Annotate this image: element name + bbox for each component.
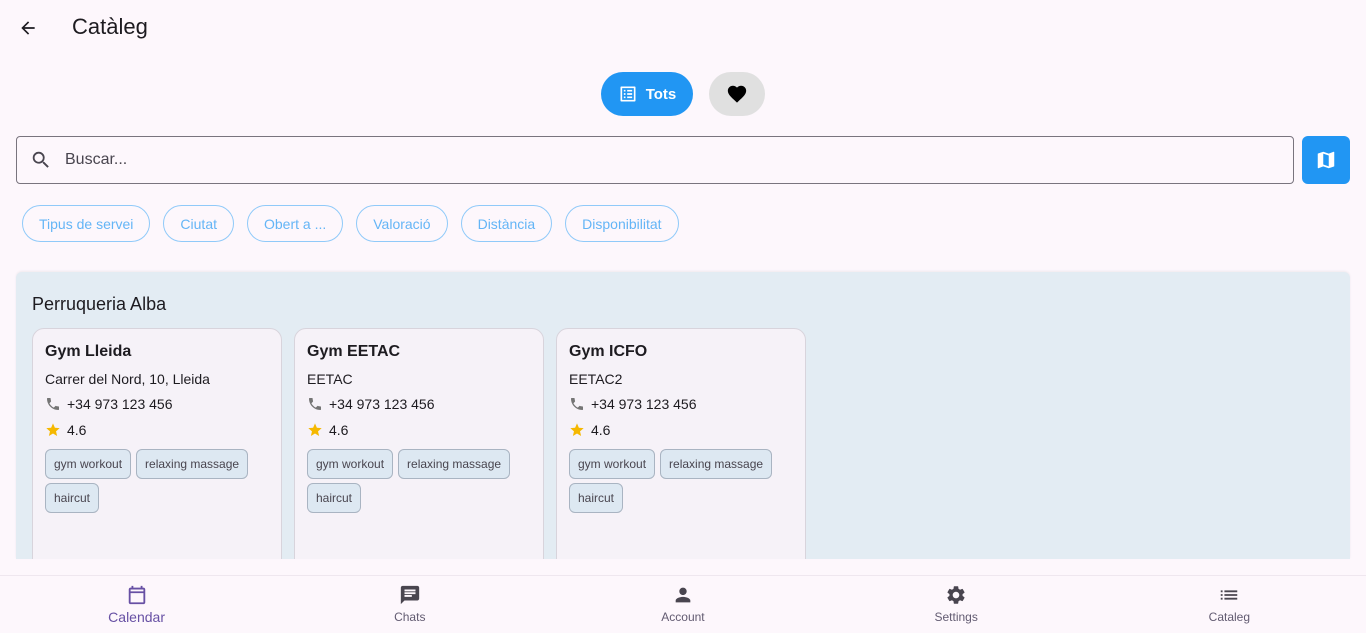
card-phone: +34 973 123 456 [591,396,697,412]
nav-label: Calendar [108,609,165,625]
all-button-label: Tots [645,85,677,103]
tag-chip[interactable]: gym workout [569,449,656,479]
card-phone-row: +34 973 123 456 [45,395,269,413]
phone-icon [47,398,59,410]
card-address: EETAC2 [569,371,623,387]
phone-icon [309,398,321,410]
card-tags: gym workout relaxing massage haircut [569,449,793,513]
filter-availability[interactable]: Disponibilitat [565,205,679,242]
filter-city[interactable]: Ciutat [163,205,234,242]
nav-label: Chats [394,610,426,624]
filter-open-at[interactable]: Obert a ... [247,205,344,242]
search-input[interactable] [65,151,1265,169]
search-icon [21,149,61,171]
card-name: Gym EETAC [307,343,401,360]
calendar-icon [128,585,145,605]
card-phone: +34 973 123 456 [67,396,173,412]
card-address: EETAC [307,371,353,387]
filter-distance[interactable]: Distància [460,205,553,242]
tag-chip[interactable]: gym workout [45,449,132,479]
nav-cataleg[interactable]: Cataleg [1093,576,1366,633]
card-tags: gym workout relaxing massage haircut [307,449,531,513]
card-phone: +34 973 123 456 [329,396,435,412]
list-icon [1221,590,1238,600]
card-rating-row: 4.6 [569,421,793,439]
tag-chip[interactable]: haircut [307,483,362,513]
filter-service-type[interactable]: Tipus de servei [22,205,151,242]
tag-chip[interactable]: gym workout [307,449,394,479]
tag-chip[interactable]: relaxing massage [398,449,511,479]
search-bar [16,136,1294,184]
nav-settings[interactable]: Settings [820,576,1093,633]
service-card[interactable]: Gym ICFO EETAC2 +34 973 123 456 4.6 gym … [556,328,806,559]
map-button[interactable] [1302,136,1350,184]
tag-chip[interactable]: relaxing massage [136,449,249,479]
nav-account[interactable]: Account [546,576,819,633]
card-rating-row: 4.6 [45,421,269,439]
filter-rating[interactable]: Valoració [356,205,448,242]
nav-label: Account [661,610,705,624]
bottom-navigation: Calendar Chats Account Settings Cataleg [0,575,1366,633]
heart-icon [727,85,747,103]
nav-label: Settings [934,610,978,624]
service-card[interactable]: Gym Lleida Carrer del Nord, 10, Lleida +… [32,328,282,559]
star-icon [308,423,322,436]
card-address: Carrer del Nord, 10, Lleida [45,371,210,387]
gear-icon [947,586,965,604]
card-rating: 4.6 [329,422,349,438]
star-icon [46,423,60,436]
card-rating-row: 4.6 [307,421,531,439]
star-icon [570,423,584,436]
card-phone-row: +34 973 123 456 [569,395,793,413]
map-icon [1317,151,1335,169]
filter-chips: Tipus de servei Ciutat Obert a ... Valor… [22,205,679,242]
all-button[interactable]: Tots [601,72,693,116]
service-cards: Gym Lleida Carrer del Nord, 10, Lleida +… [32,328,806,559]
nav-calendar[interactable]: Calendar [0,576,273,633]
card-name: Gym ICFO [569,343,648,360]
tag-chip[interactable]: haircut [569,483,624,513]
page-title: Catàleg [72,14,148,39]
nav-label: Cataleg [1208,610,1251,624]
tag-chip[interactable]: relaxing massage [660,449,773,479]
business-section: Perruqueria Alba Gym Lleida Carrer del N… [16,272,1350,559]
list-alt-icon [620,86,636,102]
section-title: Perruqueria Alba [32,294,167,314]
back-button[interactable] [12,12,44,44]
arrow-back-icon [21,21,35,35]
person-icon [675,587,691,603]
nav-chats[interactable]: Chats [273,576,546,633]
card-tags: gym workout relaxing massage haircut [45,449,269,513]
tag-chip[interactable]: haircut [45,483,100,513]
card-phone-row: +34 973 123 456 [307,395,531,413]
app-bar: Catàleg [0,0,1366,56]
service-card[interactable]: Gym EETAC EETAC +34 973 123 456 4.6 gym … [294,328,544,559]
card-rating: 4.6 [67,422,87,438]
chat-icon [400,585,419,605]
card-rating: 4.6 [591,422,611,438]
phone-icon [571,398,583,410]
view-toggle: Tots [0,72,1366,116]
card-name: Gym Lleida [45,343,132,360]
favorites-button[interactable] [709,72,765,116]
